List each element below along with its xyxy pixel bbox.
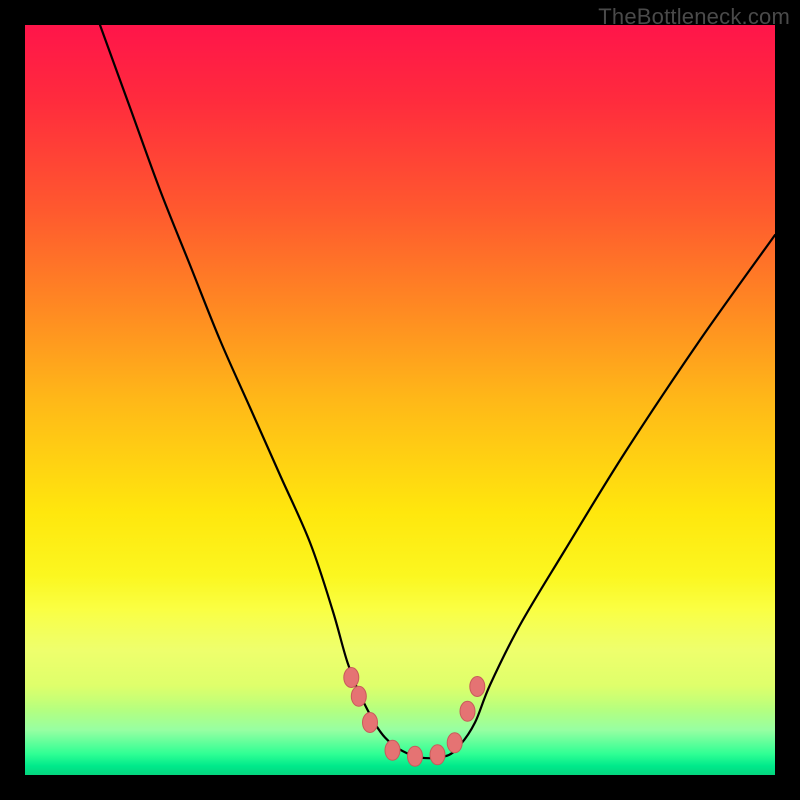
trough-marker-group <box>344 668 485 767</box>
trough-marker <box>460 701 475 721</box>
outer-frame: TheBottleneck.com <box>0 0 800 800</box>
plot-area <box>25 25 775 775</box>
trough-marker <box>351 686 366 706</box>
trough-marker <box>385 740 400 760</box>
chart-svg <box>25 25 775 775</box>
trough-marker <box>430 745 445 765</box>
trough-marker <box>408 746 423 766</box>
trough-marker <box>363 713 378 733</box>
bottleneck-curve <box>100 25 775 758</box>
trough-marker <box>470 677 485 697</box>
trough-marker <box>447 733 462 753</box>
trough-marker <box>344 668 359 688</box>
